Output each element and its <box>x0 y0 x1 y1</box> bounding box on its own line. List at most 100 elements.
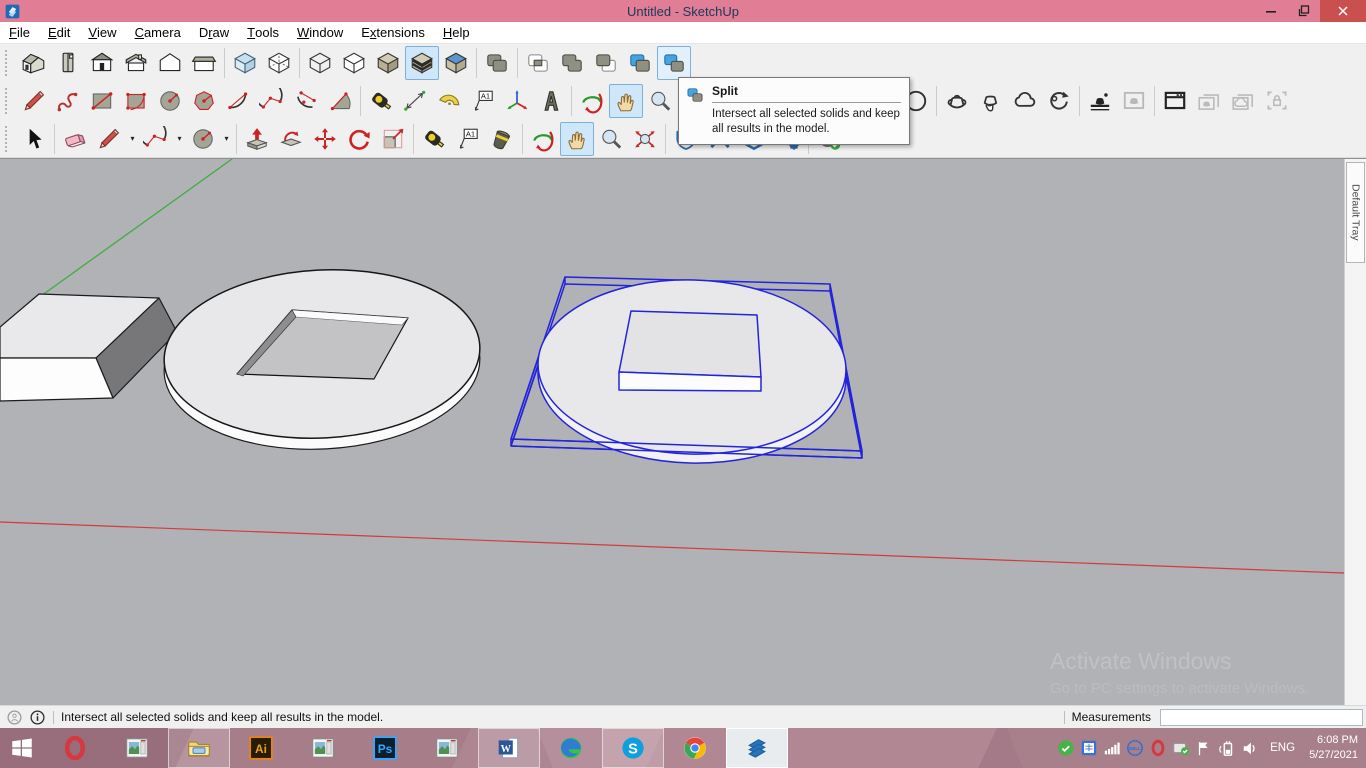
taskbar-opera-button[interactable] <box>44 728 106 768</box>
warehouse-sync-button[interactable] <box>1042 84 1076 118</box>
tool-zoom-button[interactable] <box>643 84 677 118</box>
clock[interactable]: 6:08 PM 5/27/2021 <box>1309 733 1358 763</box>
tool-followme-button[interactable] <box>274 122 308 156</box>
menu-file[interactable]: File <box>0 22 39 43</box>
toolbar-gripper[interactable] <box>5 88 17 114</box>
tool-line-dropdown[interactable]: ▾ <box>126 122 139 156</box>
tool-eraser-button[interactable] <box>58 122 92 156</box>
tool-circle-dropdown[interactable]: ▾ <box>220 122 233 156</box>
taskbar-photoshop-button[interactable]: Ps <box>354 728 416 768</box>
tray-signal-icon[interactable] <box>1103 739 1121 757</box>
measurements-input[interactable] <box>1160 708 1363 726</box>
taskbar-app-window-button[interactable] <box>292 728 354 768</box>
tool-3d-text-button[interactable] <box>534 84 568 118</box>
tray-opera-mini-icon[interactable] <box>1149 739 1167 757</box>
menu-help[interactable]: Help <box>434 22 479 43</box>
taskbar-explorer-button[interactable] <box>168 728 230 768</box>
tray-battery-icon[interactable] <box>1218 739 1236 757</box>
minimize-button[interactable] <box>1254 0 1287 22</box>
tool-line-button[interactable] <box>92 122 126 156</box>
tray-ime-icon[interactable] <box>1080 739 1098 757</box>
layout-frame-button[interactable] <box>1117 84 1151 118</box>
tool-polygon-button[interactable] <box>187 84 221 118</box>
tool-freehand-button[interactable] <box>51 84 85 118</box>
taskbar-skype-button[interactable]: S <box>602 728 664 768</box>
tool-arc-button[interactable] <box>221 84 255 118</box>
style-back-edges-button[interactable] <box>262 46 296 80</box>
tool-move-button[interactable] <box>308 122 342 156</box>
tool-select-button[interactable] <box>17 122 51 156</box>
tool-zoom-button[interactable] <box>594 122 628 156</box>
solid-union-button[interactable] <box>555 46 589 80</box>
tool-text-button[interactable]: A1 <box>451 122 485 156</box>
tool-pan-button[interactable] <box>560 121 594 156</box>
tool-2pt-arc-button[interactable] <box>255 84 289 118</box>
taskbar-edge-button[interactable] <box>540 728 602 768</box>
menu-view[interactable]: View <box>79 22 125 43</box>
warehouse-get-models-button[interactable] <box>940 84 974 118</box>
tray-speaker-icon[interactable] <box>1241 739 1259 757</box>
taskbar-word-button[interactable]: W <box>478 728 540 768</box>
view-left-button[interactable] <box>187 46 221 80</box>
solid-outer-shell-button[interactable] <box>480 46 514 80</box>
solid-trim-button[interactable] <box>623 46 657 80</box>
menu-edit[interactable]: Edit <box>39 22 79 43</box>
menu-draw[interactable]: Dr aw <box>190 22 238 43</box>
frame-lock-button[interactable] <box>1260 84 1294 118</box>
tool-rectangle-button[interactable] <box>85 84 119 118</box>
tool-rotated-rectangle-button[interactable] <box>119 84 153 118</box>
tool-2pt-arc-button[interactable] <box>139 122 173 156</box>
tool-axes-button[interactable] <box>500 84 534 118</box>
taskbar-app-window-button[interactable] <box>416 728 478 768</box>
tool-2pt-arc-dropdown[interactable]: ▾ <box>173 122 186 156</box>
menu-window[interactable]: Window <box>288 22 352 43</box>
solid-intersect-button[interactable] <box>521 46 555 80</box>
tool-text-button[interactable]: A1 <box>466 84 500 118</box>
toolbar-gripper[interactable] <box>5 50 17 76</box>
language-indicator[interactable]: ENG <box>1270 742 1295 754</box>
tray-check-green-icon[interactable] <box>1057 739 1075 757</box>
tool-circle-button[interactable] <box>186 122 220 156</box>
tool-tape-button[interactable] <box>417 122 451 156</box>
tool-scale-button[interactable] <box>376 122 410 156</box>
tool-orbit-button[interactable] <box>526 122 560 156</box>
taskbar-app-window-button[interactable] <box>106 728 168 768</box>
solid-subtract-button[interactable] <box>589 46 623 80</box>
tool-dimension-button[interactable] <box>398 84 432 118</box>
view-front-button[interactable] <box>85 46 119 80</box>
tool-pan-button[interactable] <box>609 84 643 118</box>
tool-zoom-extents-button[interactable] <box>628 122 662 156</box>
menu-extensions[interactable]: Ex tensions <box>352 22 434 43</box>
toolbar-gripper[interactable] <box>5 125 17 152</box>
tool-pushpull-button[interactable] <box>240 122 274 156</box>
tool-rotate-button[interactable] <box>342 122 376 156</box>
view-top-button[interactable] <box>51 46 85 80</box>
frames-cloud-button[interactable] <box>1226 84 1260 118</box>
tool-line-button[interactable] <box>17 84 51 118</box>
style-hidden-line-button[interactable] <box>337 46 371 80</box>
taskbar-sketchup-button[interactable] <box>726 728 788 768</box>
close-button[interactable] <box>1320 0 1366 22</box>
style-shaded-button[interactable] <box>371 46 405 80</box>
restore-button[interactable] <box>1287 0 1320 22</box>
style-wireframe-button[interactable] <box>303 46 337 80</box>
warehouse-share-model-button[interactable] <box>974 84 1008 118</box>
menu-tools[interactable]: Tools <box>238 22 288 43</box>
taskbar-chrome-button[interactable] <box>664 728 726 768</box>
tray-flag-icon[interactable] <box>1195 739 1213 757</box>
tool-tape-button[interactable] <box>364 84 398 118</box>
tool-pie-button[interactable] <box>323 84 357 118</box>
style-textured-button[interactable] <box>405 46 439 80</box>
view-right-button[interactable] <box>119 46 153 80</box>
view-back-button[interactable] <box>153 46 187 80</box>
frames-model-button[interactable] <box>1192 84 1226 118</box>
tool-circle-button[interactable] <box>153 84 187 118</box>
taskbar-illustrator-button[interactable]: Ai <box>230 728 292 768</box>
info-icon[interactable] <box>29 709 46 726</box>
tool-paint-button[interactable] <box>485 122 519 156</box>
layout-send-button[interactable] <box>1083 84 1117 118</box>
window-new-button[interactable] <box>1158 84 1192 118</box>
view-iso-button[interactable] <box>17 46 51 80</box>
tool-protractor-button[interactable] <box>432 84 466 118</box>
tool-orbit-button[interactable] <box>575 84 609 118</box>
